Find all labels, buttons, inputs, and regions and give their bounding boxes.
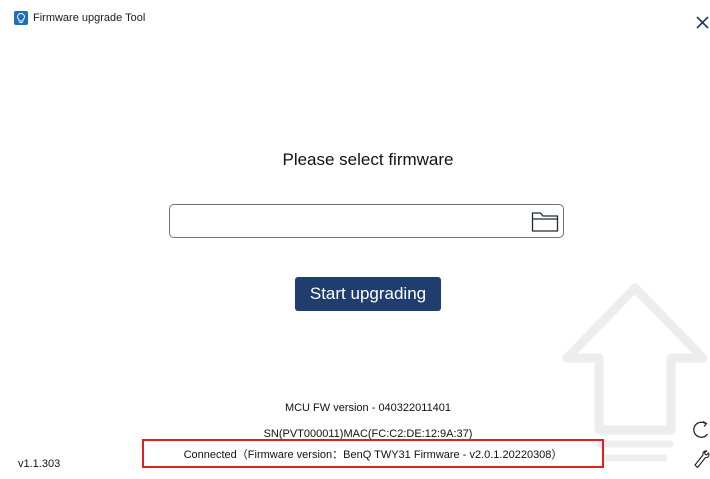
close-button[interactable] — [694, 14, 710, 30]
refresh-button[interactable] — [692, 419, 710, 441]
wrench-icon — [694, 450, 710, 469]
firmware-file-field[interactable] — [169, 204, 564, 238]
connection-status: Connected（Firmware version：BenQ TWY31 Fi… — [183, 448, 563, 461]
folder-icon — [531, 212, 559, 232]
mcu-fw-version: MCU FW version - 040322011401 — [284, 402, 452, 414]
window-title: Firmware upgrade Tool — [33, 12, 146, 24]
refresh-icon — [693, 420, 709, 438]
app-window: Firmware upgrade Tool Please select firm… — [0, 0, 710, 479]
app-icon — [14, 11, 28, 25]
firmware-path-input[interactable] — [178, 211, 522, 233]
connection-status-box: Connected（Firmware version：BenQ TWY31 Fi… — [142, 439, 604, 468]
browse-folder-button[interactable] — [530, 208, 560, 234]
tools-button[interactable] — [693, 448, 710, 472]
start-upgrading-button[interactable]: Start upgrading — [295, 277, 441, 311]
title-bar: Firmware upgrade Tool — [0, 0, 710, 25]
close-icon — [696, 16, 709, 29]
app-version: v1.1.303 — [18, 458, 61, 470]
page-title: Please select firmware — [282, 150, 454, 169]
